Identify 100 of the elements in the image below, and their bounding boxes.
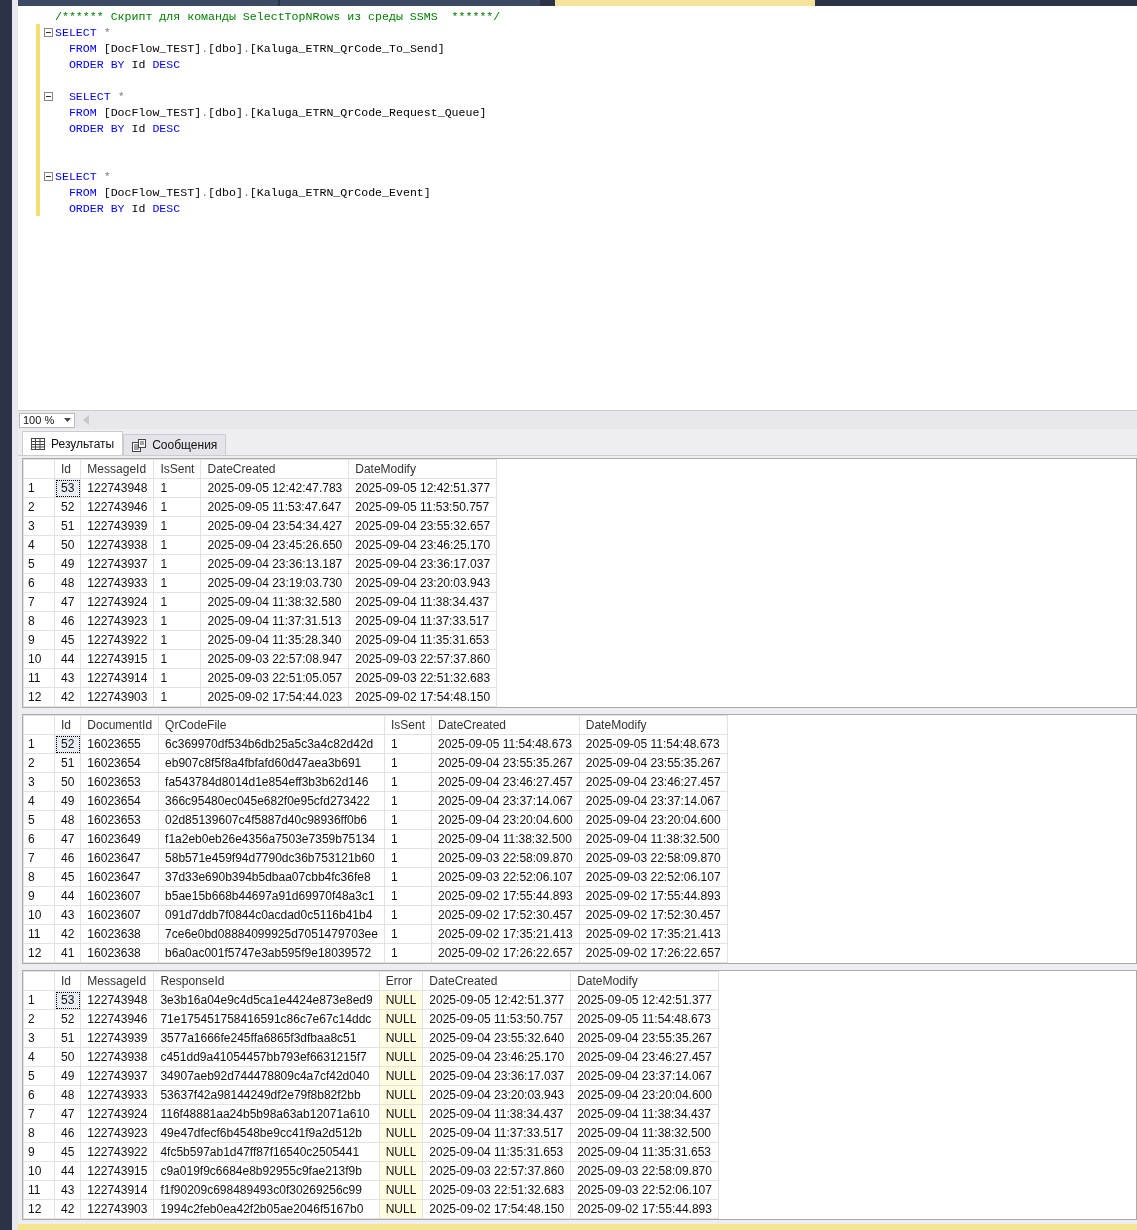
table-cell: 2025-09-05 11:54:48.673 [431,734,580,754]
row-number: 1 [23,478,55,498]
column-header[interactable]: ResponseId [153,971,380,991]
column-header[interactable]: MessageId [80,459,154,479]
table-cell: 2025-09-04 23:55:35.267 [431,753,580,773]
table-cell: 43 [54,1180,81,1200]
table-cell: 16023647 [80,848,159,868]
table-cell: 2025-09-05 12:42:51.377 [422,990,571,1010]
results-tab[interactable]: Результаты [22,431,124,455]
column-header[interactable]: DateModify [579,715,728,735]
column-header[interactable]: DocumentId [80,715,159,735]
table-cell: 122743923 [80,1123,154,1143]
column-header[interactable]: DateModify [570,971,719,991]
row-number: 9 [23,630,55,650]
table-cell: 2025-09-04 23:37:14.067 [431,791,580,811]
table-cell: 122743938 [80,535,154,555]
table-cell: 2025-09-04 11:35:31.653 [570,1142,719,1162]
row-number: 2 [23,1009,55,1029]
results-tab[interactable]: Сообщения [123,434,227,455]
table-cell: 2025-09-04 11:38:34.437 [570,1104,719,1124]
table-cell: 1 [153,535,201,555]
document-tab[interactable] [18,0,278,6]
table-cell: 2025-09-04 23:20:04.600 [579,810,728,830]
table-cell: 2025-09-03 22:58:09.870 [570,1161,719,1181]
table-cell: 1 [153,687,201,707]
row-number: 12 [23,943,55,963]
table-cell: 51 [54,753,81,773]
table-cell: 16023653 [80,772,159,792]
column-header[interactable]: IsSent [384,715,432,735]
row-number: 2 [23,497,55,517]
table-cell: 2025-09-04 23:20:03.943 [348,573,497,593]
row-number: 1 [23,734,55,754]
table-cell: 2025-09-02 17:35:21.413 [431,924,580,944]
table-cell: 1 [384,848,432,868]
table-cell: 1 [153,516,201,536]
code-line: /****** Скрипт для команды SelectTopNRows из среды SSMS ******/ [55,9,501,23]
row-number: 11 [23,1180,55,1200]
column-header[interactable]: MessageId [80,971,154,991]
table-cell: 2025-09-04 11:38:32.500 [579,829,728,849]
table-cell: eb907c8f5f8a4fbfafd60d47aea3b691 [158,753,385,773]
collapse-icon[interactable] [44,91,53,101]
table-cell: 122743946 [80,1009,154,1029]
table-cell: 48 [54,810,81,830]
code-line: FROM [DocFlow_TEST].[dbo].[Kaluga_ETRN_QrCode_To_Send] [67,41,445,55]
row-number: 7 [23,848,55,868]
document-tab[interactable] [280,0,540,6]
table-cell: 2025-09-04 11:37:33.517 [422,1123,571,1143]
table-cell: 45 [54,1142,81,1162]
table-cell: c451dd9a41054457bb793ef6631215f7 [153,1047,380,1067]
column-header[interactable]: DateModify [348,459,497,479]
collapse-icon[interactable] [44,171,53,181]
table-cell: 2025-09-02 17:54:44.023 [200,687,349,707]
table-cell: 122743933 [80,573,154,593]
table-cell: 16023638 [80,943,159,963]
table-cell: 16023638 [80,924,159,944]
table-cell: 50 [54,535,81,555]
column-header[interactable]: QrCodeFile [158,715,385,735]
table-cell: 2025-09-04 23:54:34.427 [200,516,349,536]
table-cell: 1 [384,905,432,925]
table-cell: 122743937 [80,1066,154,1086]
scroll-left-icon[interactable] [83,415,89,425]
table-cell: 2025-09-04 23:46:27.457 [579,772,728,792]
table-cell: 2025-09-04 23:20:04.600 [570,1085,719,1105]
column-header[interactable]: DateCreated [200,459,349,479]
table-cell: 48 [54,573,81,593]
table-cell: 2025-09-04 23:19:03.730 [200,573,349,593]
table-cell: 1 [153,649,201,669]
document-tab[interactable] [555,0,815,6]
column-header[interactable]: Id [54,971,81,991]
column-header[interactable]: Id [54,715,81,735]
row-number: 3 [23,772,55,792]
column-header[interactable]: DateCreated [431,715,580,735]
table-cell: 2025-09-05 11:53:50.757 [348,497,497,517]
table-cell: 42 [54,1199,81,1219]
column-header[interactable]: Error [379,971,423,991]
table-cell: 122743939 [80,1028,154,1048]
table-cell: 2025-09-05 12:42:47.783 [200,478,349,498]
table-cell: 2025-09-05 11:54:48.673 [570,1009,719,1029]
table-cell: 1 [384,829,432,849]
table-cell: f1f90209c698489493c0f30269256c99 [153,1180,380,1200]
table-cell: 2025-09-04 23:37:14.067 [570,1066,719,1086]
column-header[interactable]: IsSent [153,459,201,479]
table-cell: 41 [54,943,81,963]
row-number: 10 [23,1161,55,1181]
table-cell: f1a2eb0eb26e4356a7503e7359b75134 [158,829,385,849]
collapse-icon[interactable] [44,27,53,37]
column-header[interactable]: DateCreated [422,971,571,991]
table-cell: 2025-09-03 22:57:08.947 [200,649,349,669]
table-cell: 1 [384,734,432,754]
row-number: 5 [23,554,55,574]
row-number: 5 [23,1066,55,1086]
table-cell: 1 [153,611,201,631]
table-cell: 122743924 [80,1104,154,1124]
table-cell: 2025-09-05 11:54:48.673 [579,734,728,754]
column-header[interactable]: Id [54,459,81,479]
grid-icon [31,437,45,450]
row-number: 11 [23,668,55,688]
zoom-dropdown[interactable]: 100 % [19,412,75,428]
table-cell: 2025-09-02 17:26:22.657 [579,943,728,963]
table-cell: 122743903 [80,1199,154,1219]
